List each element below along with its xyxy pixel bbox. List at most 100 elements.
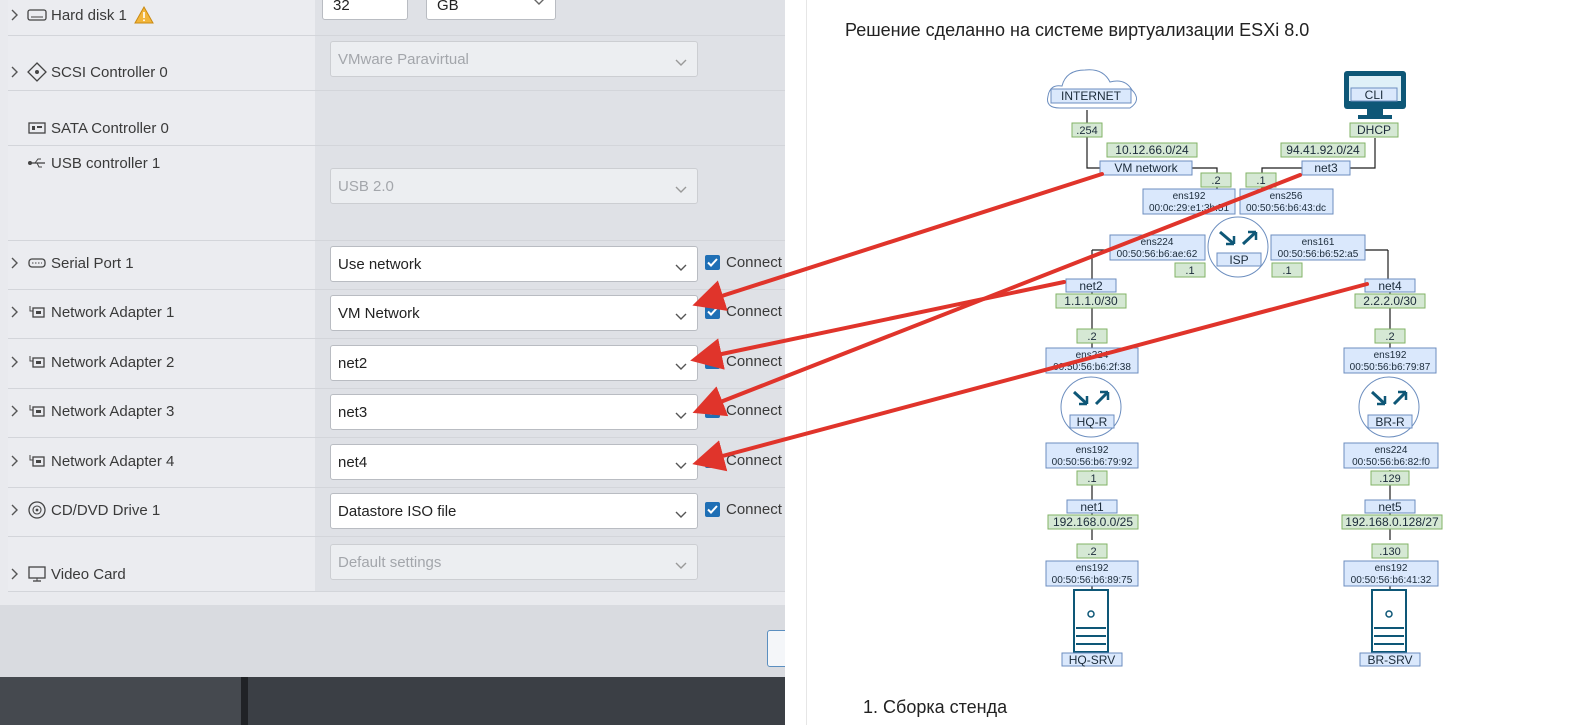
network-adapter-3-connect-checkbox[interactable]: Connect — [705, 402, 782, 419]
chevron-right-icon[interactable] — [8, 567, 22, 581]
network-adapter-1-row: Network Adapter 1 VM Network Connect — [8, 290, 785, 339]
taskbar-divider — [241, 677, 248, 725]
usb-type-value: USB 2.0 — [338, 177, 394, 195]
chevron-down-icon — [675, 259, 687, 276]
chevron-down-icon — [675, 506, 687, 523]
chevron-right-icon[interactable] — [8, 8, 22, 22]
check-icon — [705, 403, 720, 418]
chevron-down-icon — [675, 557, 687, 574]
scsi-icon — [26, 62, 48, 82]
chevron-down-icon — [533, 0, 545, 10]
network-adapter-1-select[interactable]: VM Network — [330, 295, 698, 331]
cd-dvd-select[interactable]: Datastore ISO file — [330, 493, 698, 529]
network-adapter-2-connect-checkbox[interactable]: Connect — [705, 353, 782, 370]
chevron-down-icon — [675, 308, 687, 325]
disk-size-input[interactable]: 32 — [322, 0, 408, 20]
video-card-text: Video Card — [51, 565, 126, 583]
usb-type-select[interactable]: USB 2.0 — [330, 168, 698, 204]
network-adapter-2-label[interactable]: Network Adapter 2 — [8, 353, 174, 371]
scsi-controller-label[interactable]: SCSI Controller 0 — [8, 62, 168, 82]
serial-port-label[interactable]: Serial Port 1 — [8, 254, 134, 272]
video-card-row: Video Card Default settings — [8, 537, 785, 592]
network-adapter-3-row: Network Adapter 3 net3 Connect — [8, 389, 785, 438]
chevron-right-icon[interactable] — [8, 256, 22, 270]
cd-dvd-row: CD/DVD Drive 1 Datastore ISO file Connec… — [8, 488, 785, 537]
usb-controller-row: USB controller 1 USB 2.0 — [8, 146, 785, 241]
chevron-right-icon[interactable] — [8, 65, 22, 79]
cd-dvd-label[interactable]: CD/DVD Drive 1 — [8, 501, 160, 519]
network-adapter-1-value: VM Network — [338, 304, 420, 322]
network-adapter-4-connect-label: Connect — [726, 452, 782, 469]
chevron-right-icon[interactable] — [8, 454, 22, 468]
check-icon — [705, 255, 720, 270]
serial-port-select[interactable]: Use network — [330, 246, 698, 282]
chevron-right-icon[interactable] — [8, 355, 22, 369]
disk-unit-select[interactable]: GB — [426, 0, 556, 20]
usb-controller-text: USB controller 1 — [51, 154, 161, 172]
serial-port-icon — [26, 254, 48, 272]
scsi-controller-row: SCSI Controller 0 VMware Paravirtual — [8, 36, 785, 91]
disk-size-value: 32 — [333, 0, 350, 14]
network-adapter-2-row: Network Adapter 2 net2 Connect — [8, 339, 785, 389]
network-adapter-1-connect-checkbox[interactable]: Connect — [705, 303, 782, 320]
serial-port-row: Serial Port 1 Use network Connect — [8, 241, 785, 290]
chevron-right-icon[interactable] — [8, 503, 22, 517]
document-list-item: 1. Сборка стенда — [863, 697, 1008, 717]
video-card-label[interactable]: Video Card — [8, 565, 126, 583]
cd-dvd-connect-label: Connect — [726, 501, 782, 518]
check-icon — [705, 453, 720, 468]
network-adapter-1-text: Network Adapter 1 — [51, 303, 175, 321]
sata-controller-label: SATA Controller 0 — [26, 119, 169, 137]
hard-disk-label[interactable]: Hard disk 1 — [8, 6, 154, 24]
network-adapter-4-text: Network Adapter 4 — [51, 452, 175, 470]
serial-connect-checkbox[interactable]: Connect — [705, 254, 782, 271]
network-adapter-1-label[interactable]: Network Adapter 1 — [8, 303, 174, 321]
network-adapter-1-connect-label: Connect — [726, 303, 782, 320]
network-adapter-2-connect-label: Connect — [726, 353, 782, 370]
taskbar — [0, 677, 785, 725]
network-adapter-4-select[interactable]: net4 — [330, 444, 698, 480]
chevron-right-icon[interactable] — [8, 305, 22, 319]
network-adapter-3-value: net3 — [338, 403, 368, 421]
network-adapter-3-text: Network Adapter 3 — [51, 402, 175, 420]
network-adapter-4-row: Network Adapter 4 net4 Connect — [8, 438, 785, 488]
network-adapter-3-connect-label: Connect — [726, 402, 782, 419]
video-card-value: Default settings — [338, 553, 442, 571]
cd-dvd-text: CD/DVD Drive 1 — [51, 501, 161, 519]
chevron-down-icon — [675, 358, 687, 375]
cd-dvd-connect-checkbox[interactable]: Connect — [705, 501, 782, 518]
serial-port-value: Use network — [338, 255, 422, 273]
document-heading: Решение сделанно на системе виртуализаци… — [845, 20, 1310, 40]
hard-disk-text: Hard disk 1 — [51, 6, 127, 24]
hard-disk-row: Hard disk 1 32 GB — [8, 0, 785, 36]
network-adapter-4-label[interactable]: Network Adapter 4 — [8, 452, 174, 470]
vm-settings-panel: Hard disk 1 32 GB SCSI Controller 0 VMwa… — [0, 0, 785, 725]
network-adapter-4-connect-checkbox[interactable]: Connect — [705, 452, 782, 469]
document-panel — [785, 0, 1595, 725]
cd-dvd-value: Datastore ISO file — [338, 502, 457, 520]
chevron-down-icon — [675, 54, 687, 71]
network-adapter-3-label[interactable]: Network Adapter 3 — [8, 402, 174, 420]
document-border — [806, 0, 807, 725]
chevron-right-icon[interactable] — [8, 404, 22, 418]
network-adapter-4-value: net4 — [338, 453, 368, 471]
network-adapter-icon — [26, 353, 48, 371]
disk-unit-value: GB — [437, 0, 459, 14]
network-adapter-3-select[interactable]: net3 — [330, 394, 698, 430]
footer-button[interactable] — [767, 630, 785, 667]
chevron-down-icon — [675, 407, 687, 424]
warning-icon — [134, 6, 154, 24]
usb-controller-label: USB controller 1 — [26, 154, 160, 172]
disc-icon — [26, 501, 48, 519]
chevron-down-icon — [675, 181, 687, 198]
network-adapter-icon — [26, 303, 48, 321]
check-icon — [705, 354, 720, 369]
scsi-controller-text: SCSI Controller 0 — [51, 63, 168, 81]
network-adapter-icon — [26, 402, 48, 420]
network-adapter-2-select[interactable]: net2 — [330, 345, 698, 381]
check-icon — [705, 304, 720, 319]
hard-disk-icon — [26, 6, 48, 24]
video-card-select[interactable]: Default settings — [330, 544, 698, 580]
sata-icon — [26, 119, 48, 137]
scsi-type-select[interactable]: VMware Paravirtual — [330, 41, 698, 77]
